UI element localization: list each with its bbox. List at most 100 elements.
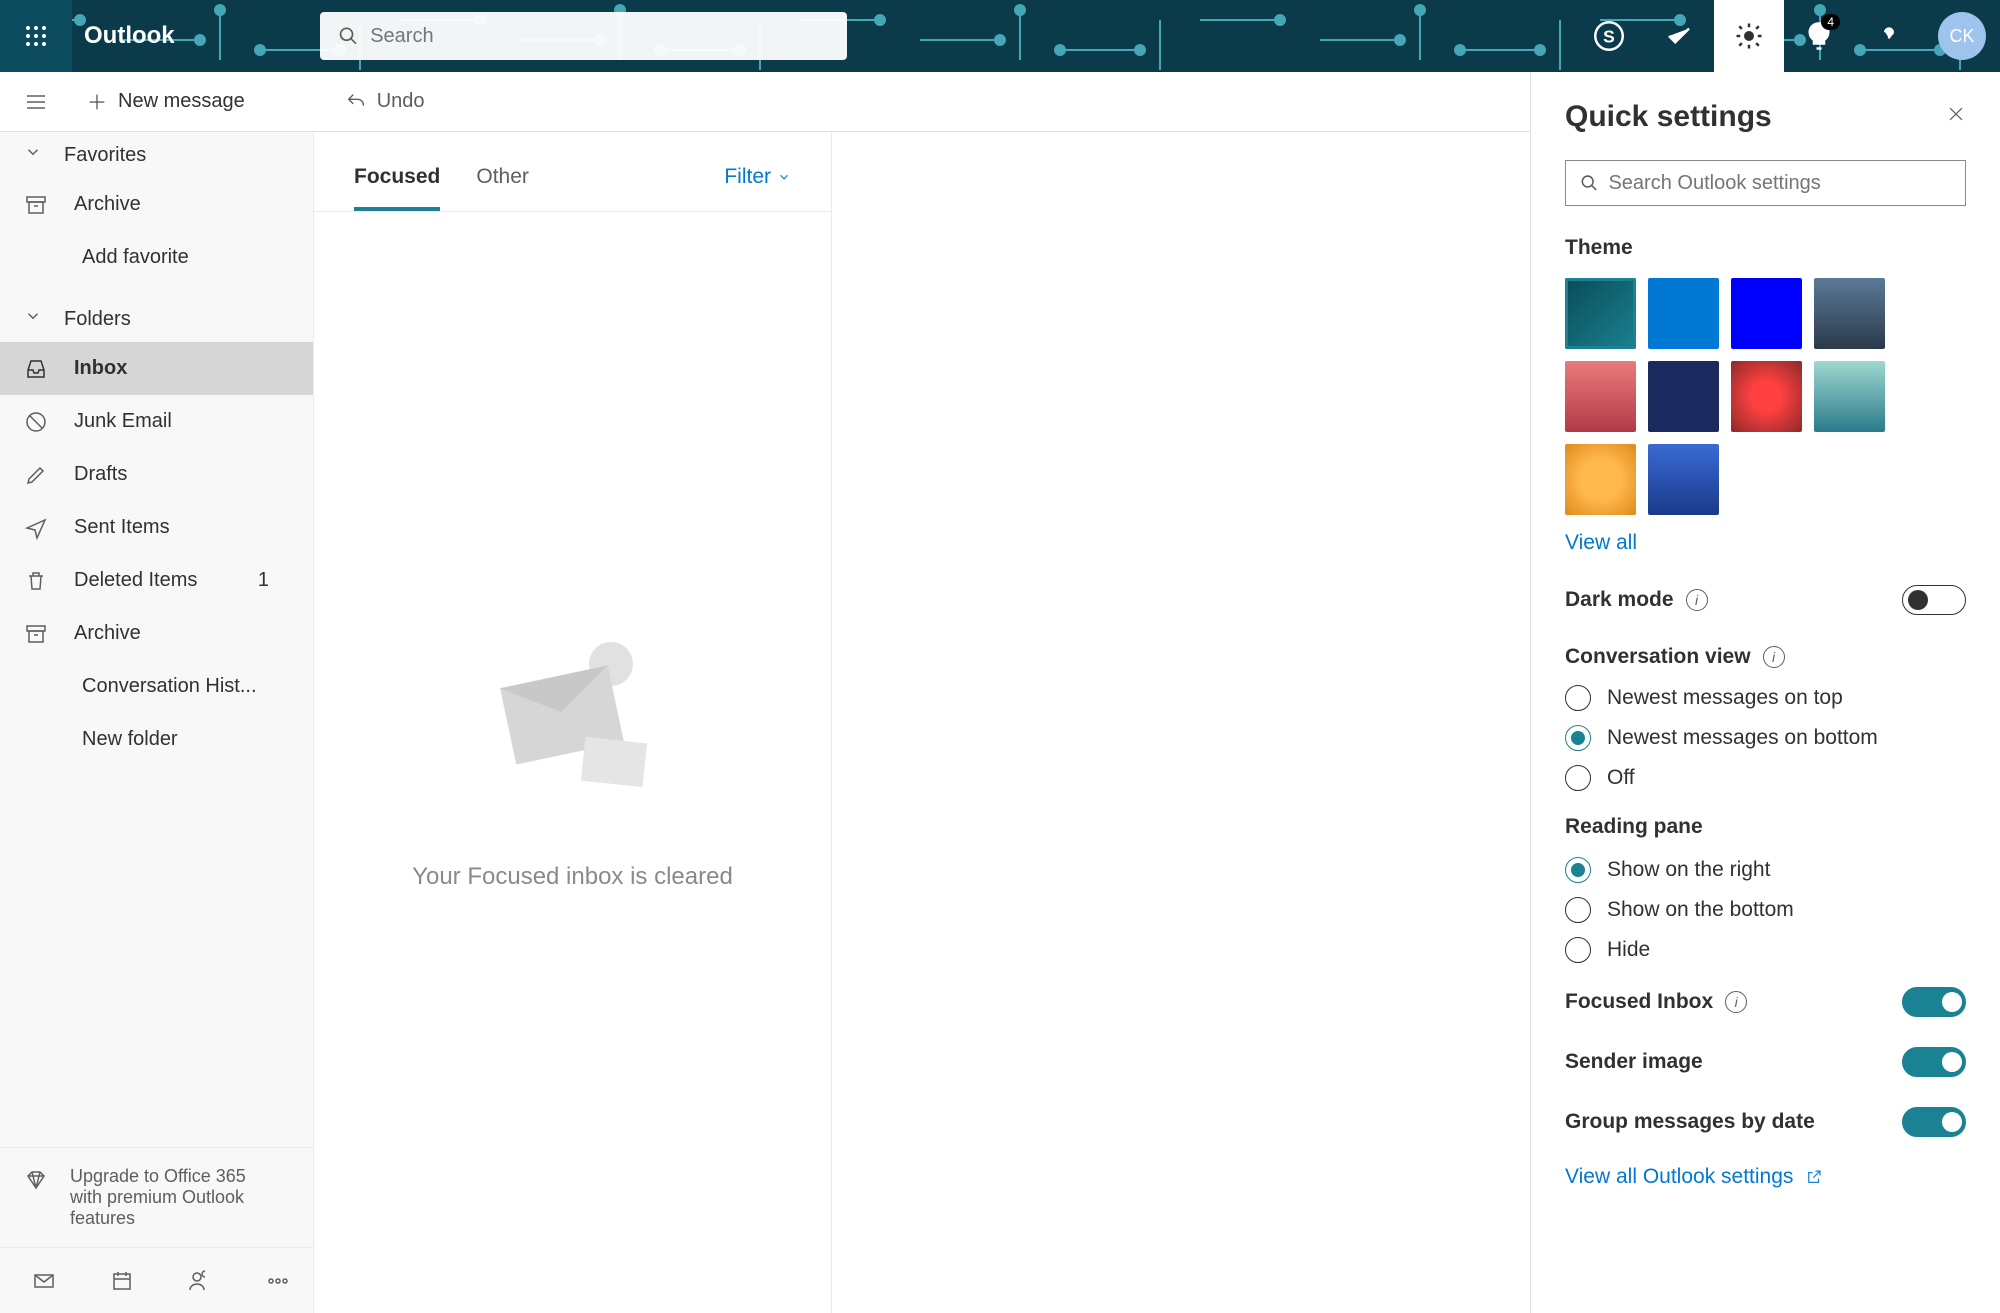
plus-icon (86, 91, 108, 113)
help-button[interactable] (1854, 0, 1924, 72)
folder-label: Junk Email (74, 410, 172, 433)
hamburger-button[interactable] (22, 88, 50, 116)
folder-label: Sent Items (74, 516, 170, 539)
conv-option-bottom[interactable]: Newest messages on bottom (1565, 725, 1966, 751)
folder-label: New folder (82, 728, 178, 751)
view-all-settings-link[interactable]: View all Outlook settings (1565, 1165, 1793, 1189)
command-bar: New message Undo (0, 72, 1530, 132)
favorites-header[interactable]: Favorites (0, 132, 313, 178)
undo-button[interactable]: Undo (345, 90, 425, 113)
folder-junk[interactable]: Junk Email (0, 395, 313, 448)
search-box[interactable] (320, 12, 847, 60)
empty-message-text: Your Focused inbox is cleared (314, 860, 831, 895)
theme-swatch-6[interactable] (1731, 361, 1802, 432)
conversation-view-options: Newest messages on top Newest messages o… (1565, 685, 1966, 791)
empty-mail-icon (493, 632, 653, 792)
folder-label: Inbox (74, 357, 127, 380)
favorite-archive[interactable]: Archive (0, 178, 313, 231)
theme-swatch-2[interactable] (1731, 278, 1802, 349)
new-message-label: New message (118, 90, 245, 113)
sender-image-heading: Sender image (1565, 1050, 1703, 1074)
view-all-themes-link[interactable]: View all (1565, 531, 1637, 555)
add-favorite-button[interactable]: Add favorite (0, 231, 313, 284)
people-icon[interactable] (188, 1269, 212, 1293)
folder-inbox[interactable]: Inbox (0, 342, 313, 395)
tab-focused[interactable]: Focused (354, 165, 440, 211)
folder-deleted[interactable]: Deleted Items 1 (0, 554, 313, 607)
junk-icon (24, 410, 48, 434)
search-icon (1580, 173, 1598, 193)
close-settings-button[interactable] (1946, 104, 1966, 130)
theme-swatch-8[interactable] (1565, 444, 1636, 515)
app-launcher-button[interactable] (0, 0, 72, 72)
skype-button[interactable]: S (1574, 0, 1644, 72)
theme-swatch-7[interactable] (1814, 361, 1885, 432)
app-header: Outlook S 4 CK (0, 0, 2000, 72)
folders-header[interactable]: Folders (0, 296, 313, 342)
focused-inbox-toggle[interactable] (1902, 987, 1966, 1017)
conversation-view-heading: Conversation view (1565, 645, 1751, 669)
sent-icon (24, 516, 48, 540)
folder-count: 1 (258, 569, 269, 592)
conv-option-off[interactable]: Off (1565, 765, 1966, 791)
calendar-icon[interactable] (110, 1269, 134, 1293)
filter-button[interactable]: Filter (724, 165, 791, 211)
new-message-button[interactable]: New message (86, 90, 245, 113)
group-by-date-heading: Group messages by date (1565, 1110, 1815, 1134)
inbox-icon (24, 357, 48, 381)
settings-search-input[interactable] (1608, 172, 1951, 195)
undo-icon (345, 91, 367, 113)
group-by-date-toggle[interactable] (1902, 1107, 1966, 1137)
reading-option-right[interactable]: Show on the right (1565, 857, 1966, 883)
module-switcher (0, 1247, 313, 1313)
option-label: Newest messages on bottom (1607, 726, 1878, 750)
theme-swatch-3[interactable] (1814, 278, 1885, 349)
trash-icon (24, 569, 48, 593)
folder-label: Conversation Hist... (82, 675, 257, 698)
settings-search-box[interactable] (1565, 160, 1966, 206)
folder-drafts[interactable]: Drafts (0, 448, 313, 501)
tab-other[interactable]: Other (476, 165, 529, 211)
dark-mode-toggle[interactable] (1902, 585, 1966, 615)
folder-label: Add favorite (82, 246, 189, 269)
whatsnew-button[interactable]: 4 (1784, 0, 1854, 72)
info-icon[interactable]: i (1686, 589, 1708, 611)
settings-button[interactable] (1714, 0, 1784, 72)
theme-swatch-0[interactable] (1565, 278, 1636, 349)
sender-image-toggle[interactable] (1902, 1047, 1966, 1077)
new-folder-button[interactable]: New folder (0, 713, 313, 766)
chevron-down-icon (24, 307, 42, 331)
reading-pane-heading: Reading pane (1565, 815, 1966, 839)
folder-archive[interactable]: Archive (0, 607, 313, 660)
theme-swatch-1[interactable] (1648, 278, 1719, 349)
folder-sent[interactable]: Sent Items (0, 501, 313, 554)
archive-icon (24, 622, 48, 646)
more-icon[interactable] (266, 1269, 290, 1293)
reading-option-bottom[interactable]: Show on the bottom (1565, 897, 1966, 923)
close-icon (1946, 104, 1966, 124)
search-input[interactable] (370, 25, 828, 48)
theme-heading: Theme (1565, 236, 1966, 260)
notification-badge: 4 (1821, 14, 1840, 30)
info-icon[interactable]: i (1725, 991, 1747, 1013)
theme-swatch-4[interactable] (1565, 361, 1636, 432)
message-list-pane: Focused Other Filter Your Focused inbox … (314, 132, 832, 1313)
folder-label: Archive (74, 622, 141, 645)
focused-inbox-heading: Focused Inbox (1565, 990, 1713, 1014)
theme-swatch-5[interactable] (1648, 361, 1719, 432)
folder-conversation-history[interactable]: Conversation Hist... (0, 660, 313, 713)
upgrade-link[interactable]: Upgrade to Office 365 with premium Outlo… (0, 1147, 313, 1247)
chevron-down-icon (24, 143, 42, 167)
reading-option-hide[interactable]: Hide (1565, 937, 1966, 963)
conv-option-top[interactable]: Newest messages on top (1565, 685, 1966, 711)
archive-icon (24, 193, 48, 217)
todo-button[interactable] (1644, 0, 1714, 72)
reading-pane-options: Show on the right Show on the bottom Hid… (1565, 857, 1966, 963)
theme-swatch-9[interactable] (1648, 444, 1719, 515)
mail-icon[interactable] (32, 1269, 56, 1293)
folder-pane: Favorites Archive Add favorite Folders I… (0, 132, 314, 1313)
dark-mode-heading: Dark mode (1565, 588, 1674, 612)
favorites-label: Favorites (64, 144, 146, 167)
account-avatar[interactable]: CK (1938, 12, 1986, 60)
info-icon[interactable]: i (1763, 646, 1785, 668)
